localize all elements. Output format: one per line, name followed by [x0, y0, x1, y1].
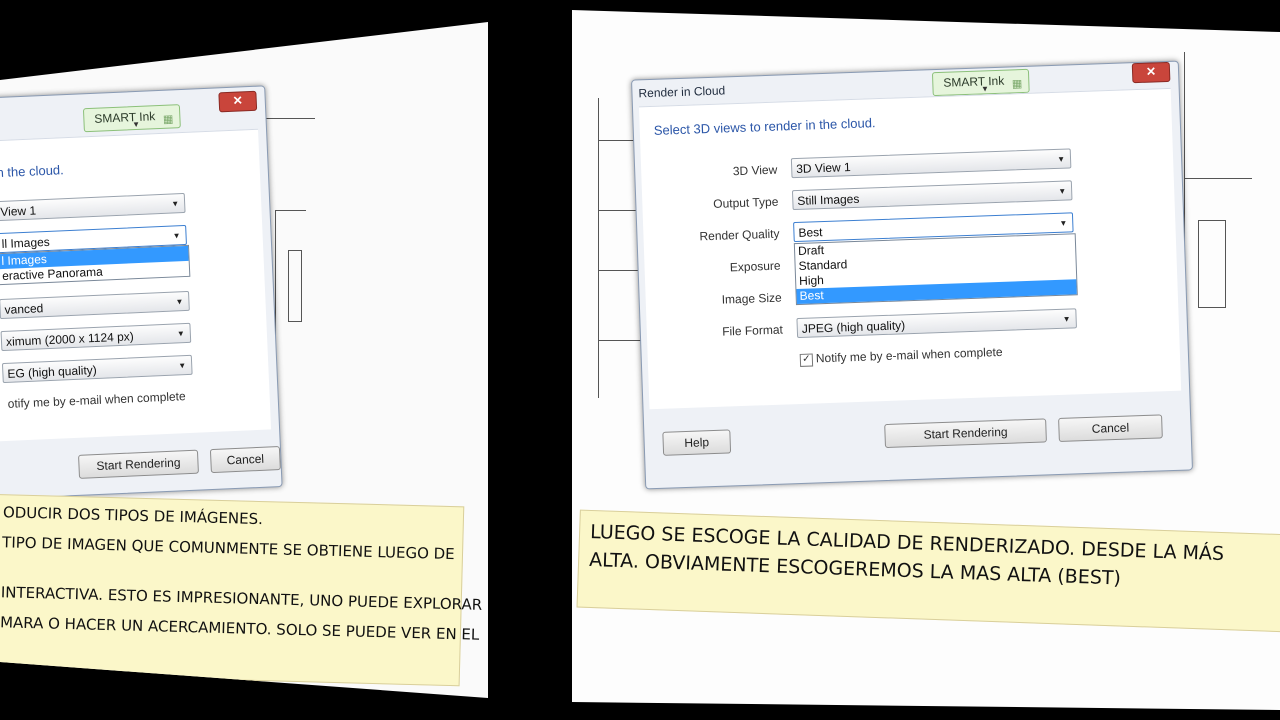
combo-value: vanced: [4, 301, 44, 317]
grid-icon: ▦: [1011, 78, 1023, 91]
close-button[interactable]: ✕: [1131, 61, 1171, 84]
help-button[interactable]: Help: [662, 429, 732, 456]
sketch-wall: [275, 210, 306, 441]
dialog-title: Render in Cloud: [638, 83, 726, 101]
chevron-down-icon: ▼: [131, 119, 141, 130]
smart-ink-toolbar[interactable]: SMART Ink ▦ ▼: [82, 104, 181, 133]
caption-line: TIPO DE IMAGEN QUE COMUNMENTE SE OBTIENE…: [1, 533, 455, 564]
3d-view-combo[interactable]: 3D View 1 ▼: [790, 148, 1072, 179]
caption-line: INTERACTIVA. ESTO ES IMPRESIONANTE, UNO …: [0, 583, 483, 614]
smart-ink-label: SMART Ink: [943, 73, 1005, 90]
sketch-lamp: [1198, 220, 1226, 308]
dropdown-arrow-icon: ▼: [175, 297, 184, 307]
notify-checkbox-label[interactable]: otify me by e-mail when complete: [7, 389, 186, 411]
smart-ink-label: SMART Ink: [94, 109, 156, 126]
image-size-combo[interactable]: ximum (2000 x 1124 px) ▼: [0, 322, 192, 352]
render-quality-dropdown: Draft Standard High Best: [793, 233, 1078, 306]
dropdown-arrow-icon: ▼: [1059, 218, 1068, 228]
file-format-combo[interactable]: EG (high quality) ▼: [1, 354, 193, 384]
dialog-body: in the cloud. View 1 ▼ ll Images ▼ l Image…: [0, 128, 272, 443]
dialog-prompt: Select 3D views to render in the cloud.: [653, 115, 876, 138]
right-slide-panel: Render in Cloud ✕ SMART Ink ▦ ▼ Select 3…: [572, 10, 1280, 710]
smart-ink-toolbar[interactable]: SMART Ink ▦ ▼: [931, 68, 1030, 97]
notify-checkbox[interactable]: ✓: [799, 353, 814, 367]
dialog-body: Select 3D views to render in the cloud. …: [638, 87, 1182, 410]
view-combo[interactable]: View 1 ▼: [0, 192, 186, 222]
render-in-cloud-dialog: Render in Cloud ✕ SMART Ink ▦ ▼ Select 3…: [631, 60, 1193, 490]
label-output-type: Output Type: [712, 194, 779, 211]
file-format-combo[interactable]: JPEG (high quality) ▼: [796, 308, 1077, 339]
label-file-format: File Format: [721, 322, 784, 339]
label-3d-view: 3D View: [732, 162, 778, 179]
combo-value: ximum (2000 x 1124 px): [5, 329, 135, 349]
cancel-button[interactable]: Cancel: [209, 446, 281, 474]
dropdown-arrow-icon: ▼: [172, 231, 181, 241]
left-caption-box: ODUCIR DOS TIPOS DE IMÁGENES. TIPO DE IM…: [0, 493, 482, 687]
left-render-dialog: ✕ SMART Ink ▦ ▼ in the cloud. View 1 ▼ ll…: [0, 85, 283, 501]
combo-value: JPEG (high quality): [801, 318, 906, 336]
dropdown-arrow-icon: ▼: [171, 199, 180, 209]
combo-value: Still Images: [797, 191, 860, 208]
sketch-lamp: [288, 250, 302, 322]
dropdown-arrow-icon: ▼: [1056, 154, 1066, 164]
start-rendering-button[interactable]: Start Rendering: [78, 449, 199, 479]
start-rendering-button[interactable]: Start Rendering: [884, 418, 1047, 449]
close-button[interactable]: ✕: [218, 90, 258, 113]
caption-reflection: MARA O HACER UN ACERCAMIENTO: [10, 684, 278, 698]
dropdown-arrow-icon: ▼: [1062, 314, 1071, 324]
dropdown-arrow-icon: ▼: [176, 329, 186, 339]
dropdown-arrow-icon: ▼: [178, 361, 187, 371]
combo-value: Best: [798, 225, 823, 240]
sketch-line: [1184, 178, 1252, 179]
combo-value: ll Images: [1, 234, 51, 251]
combo-value: View 1: [0, 203, 37, 220]
output-type-dropdown: l Images eractive Panorama: [0, 244, 191, 286]
label-render-quality: Render Quality: [699, 226, 780, 244]
output-type-combo[interactable]: Still Images ▼: [791, 180, 1073, 211]
label-image-size: Image Size: [721, 290, 782, 307]
grid-icon: ▦: [162, 113, 174, 126]
caption-line: MARA O HACER UN ACERCAMIENTO. SOLO SE PU…: [0, 613, 480, 644]
label-exposure: Exposure: [729, 258, 781, 275]
cancel-button[interactable]: Cancel: [1058, 414, 1163, 442]
combo-value: EG (high quality): [7, 362, 98, 381]
left-slide-panel: ✕ SMART Ink ▦ ▼ in the cloud. View 1 ▼ ll…: [0, 22, 488, 698]
dialog-prompt: in the cloud.: [0, 162, 65, 181]
exposure-combo[interactable]: vanced ▼: [0, 290, 190, 320]
notify-checkbox-label[interactable]: Notify me by e-mail when complete: [816, 345, 1003, 366]
caption-line: ODUCIR DOS TIPOS DE IMÁGENES.: [2, 503, 264, 529]
combo-value: 3D View 1: [795, 160, 851, 176]
dropdown-arrow-icon: ▼: [1058, 186, 1067, 196]
right-caption-box: LUEGO SE ESCOGE LA CALIDAD DE RENDERIZAD…: [576, 509, 1280, 633]
